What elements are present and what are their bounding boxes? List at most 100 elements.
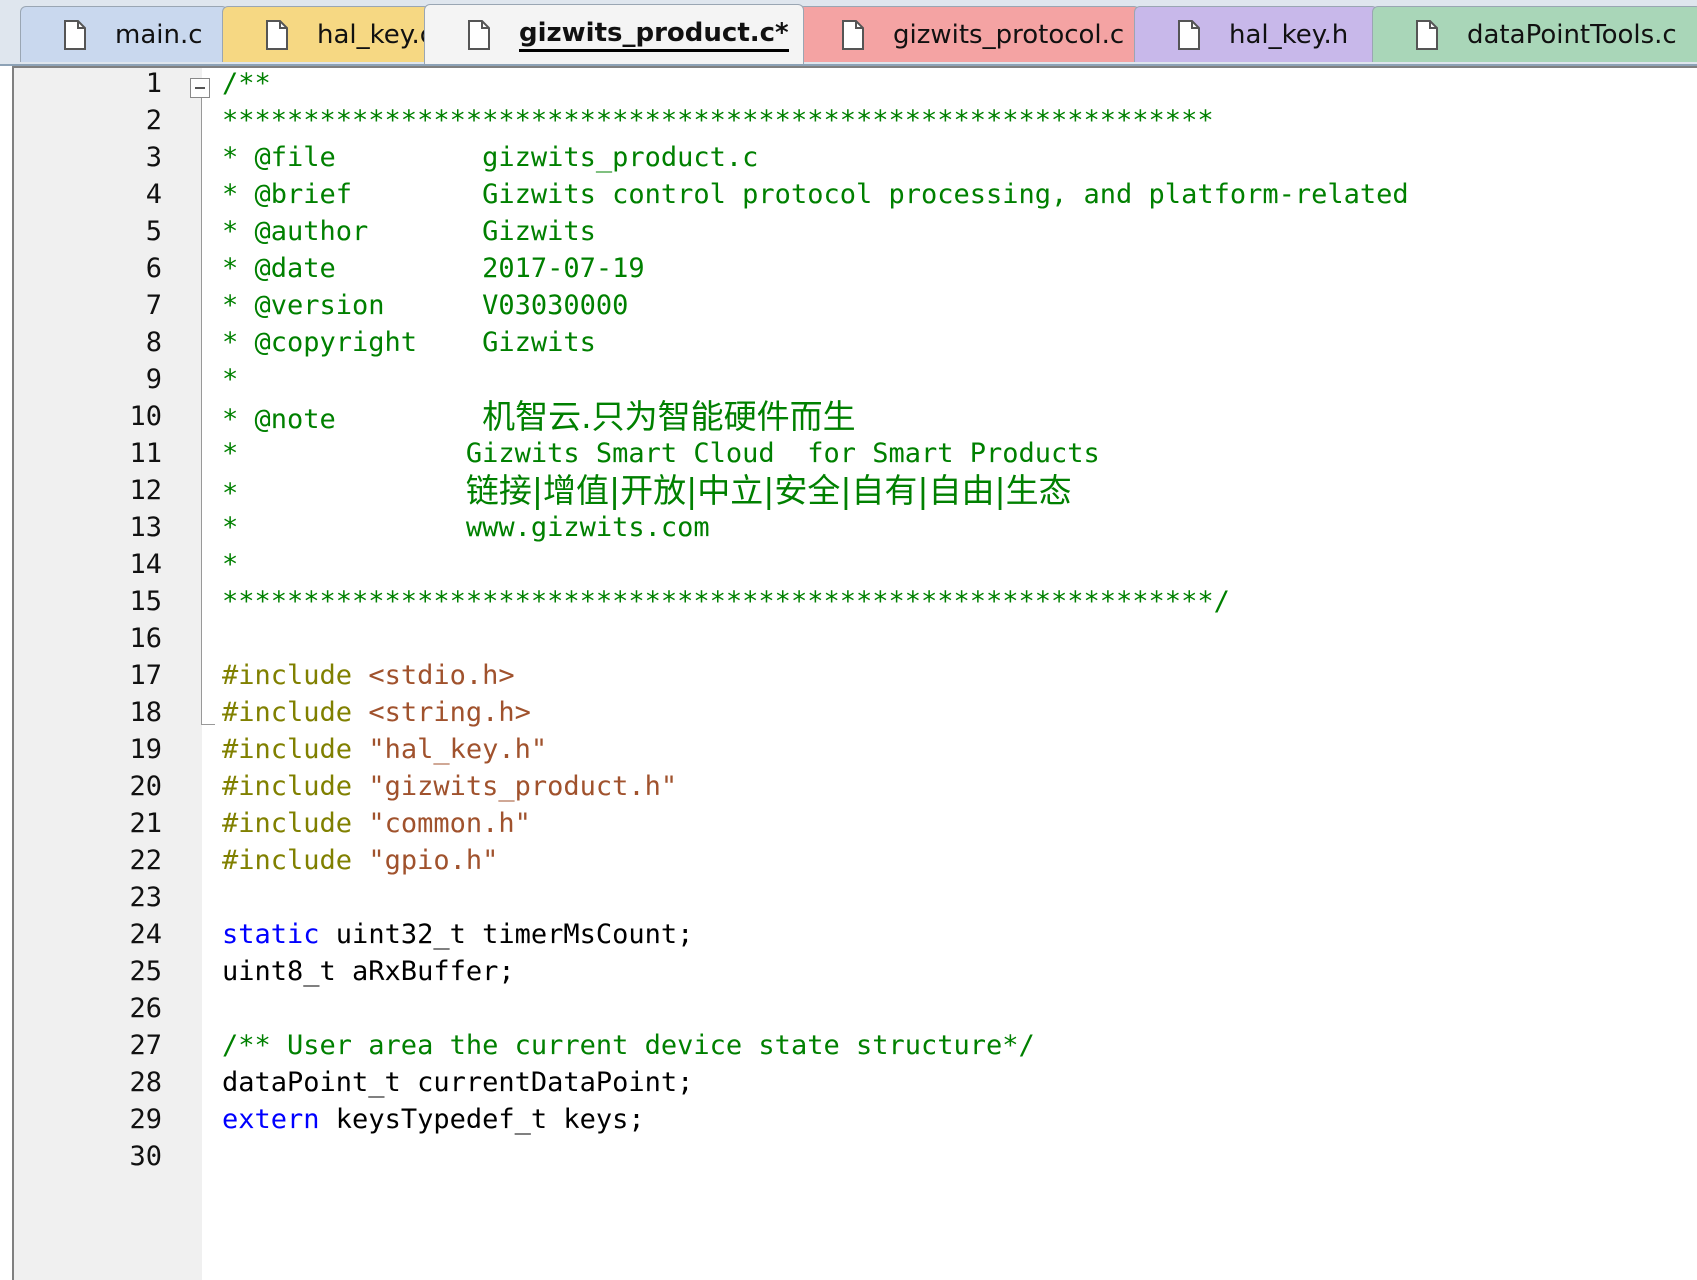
code-token-str: <string.h> bbox=[368, 697, 531, 728]
code-text: dataPoint_t currentDataPoint; bbox=[222, 1063, 693, 1103]
code-token-plain: keysTypedef_t keys; bbox=[319, 1104, 645, 1135]
code-line[interactable]: 20 #include "gizwits_product.h" bbox=[14, 767, 1697, 807]
line-number: 15 bbox=[129, 586, 162, 617]
code-line[interactable]: 18 #include <string.h> bbox=[14, 693, 1697, 733]
code-line[interactable]: 5 * @author Gizwits bbox=[14, 212, 1697, 252]
line-number: 2 bbox=[145, 105, 162, 136]
line-number: 5 bbox=[145, 216, 162, 247]
document-icon bbox=[1415, 19, 1439, 51]
code-line[interactable]: 17 #include <stdio.h> bbox=[14, 656, 1697, 696]
code-line[interactable]: 11 * Gizwits Smart Cloud for Smart Produc… bbox=[14, 434, 1697, 474]
code-token-comment: * bbox=[222, 364, 239, 395]
code-token-pre: #include bbox=[222, 660, 369, 691]
code-text: * @file gizwits_product.c bbox=[222, 138, 758, 178]
line-number: 6 bbox=[145, 253, 162, 284]
code-token-comment: * @brief Gizwits control protocol proces… bbox=[222, 179, 1409, 210]
code-text: * www.gizwits.com bbox=[222, 508, 710, 548]
tab-hal-key-c[interactable]: hal_key.c bbox=[222, 6, 434, 62]
code-editor[interactable]: 1/** 2 ***********************************… bbox=[12, 66, 1697, 1280]
code-line[interactable]: 4 * @brief Gizwits control protocol proce… bbox=[14, 175, 1697, 215]
code-line[interactable]: 30 bbox=[14, 1137, 1697, 1177]
code-text: * @brief Gizwits control protocol proces… bbox=[222, 175, 1409, 215]
code-line[interactable]: 27 /** User area the current device state… bbox=[14, 1026, 1697, 1066]
code-line[interactable]: 21 #include "common.h" bbox=[14, 804, 1697, 844]
document-icon bbox=[265, 19, 289, 51]
line-number: 4 bbox=[145, 179, 162, 210]
tab-hal-key-h[interactable]: hal_key.h bbox=[1134, 6, 1378, 62]
line-number: 18 bbox=[129, 697, 162, 728]
code-line[interactable]: 29 extern keysTypedef_t keys; bbox=[14, 1100, 1697, 1140]
code-text: ****************************************… bbox=[222, 582, 1230, 622]
line-number: 17 bbox=[129, 660, 162, 691]
code-text: * Gizwits Smart Cloud for Smart Products bbox=[222, 434, 1100, 474]
code-text: #include "hal_key.h" bbox=[222, 730, 547, 770]
code-line[interactable]: 8 * @copyright Gizwits bbox=[14, 323, 1697, 363]
line-number: 12 bbox=[129, 475, 162, 506]
code-text: * @author Gizwits bbox=[222, 212, 596, 252]
line-number: 28 bbox=[129, 1067, 162, 1098]
line-number: 27 bbox=[129, 1030, 162, 1061]
code-token-str: <stdio.h> bbox=[368, 660, 515, 691]
code-line[interactable]: 7 * @version V03030000 bbox=[14, 286, 1697, 326]
line-number: 21 bbox=[129, 808, 162, 839]
document-icon bbox=[1177, 19, 1201, 51]
code-line[interactable]: 25 uint8_t aRxBuffer; bbox=[14, 952, 1697, 992]
tab-label: gizwits_protocol.c bbox=[893, 19, 1125, 50]
tab-main-c[interactable]: main.c bbox=[20, 6, 228, 62]
line-number: 24 bbox=[129, 919, 162, 950]
code-line[interactable]: 1 /** bbox=[14, 68, 1697, 104]
tab-label: dataPointTools.c bbox=[1467, 19, 1677, 50]
line-number: 16 bbox=[129, 623, 162, 654]
document-icon bbox=[467, 19, 491, 51]
code-text: * @date 2017-07-19 bbox=[222, 249, 645, 289]
code-token-pre: #include bbox=[222, 697, 369, 728]
code-line[interactable]: 6 * @date 2017-07-19 bbox=[14, 249, 1697, 289]
line-number: 9 bbox=[145, 364, 162, 395]
code-line[interactable]: 12 * 链接|增值|开放|中立|安全|自有|自由|生态 bbox=[14, 471, 1697, 511]
code-line[interactable]: 16 bbox=[14, 619, 1697, 659]
code-token-cjk: 机智云.只为智能硬件而生 bbox=[482, 397, 856, 436]
document-icon bbox=[841, 19, 865, 51]
code-line[interactable]: 13 * www.gizwits.com bbox=[14, 508, 1697, 548]
line-number: 20 bbox=[129, 771, 162, 802]
tab-label: main.c bbox=[115, 19, 203, 50]
code-token-comment: * @date 2017-07-19 bbox=[222, 253, 645, 284]
code-text: /** User area the current device state s… bbox=[222, 1026, 1035, 1066]
code-line[interactable]: 26 bbox=[14, 989, 1697, 1029]
code-token-comment: ****************************************… bbox=[222, 586, 1230, 617]
line-number: 7 bbox=[145, 290, 162, 321]
code-line[interactable]: 10 * @note 机智云.只为智能硬件而生 bbox=[14, 397, 1697, 437]
tab-gizwits-protocol-c[interactable]: gizwits_protocol.c bbox=[798, 6, 1140, 62]
line-number: 25 bbox=[129, 956, 162, 987]
tab-label: hal_key.c bbox=[317, 19, 434, 50]
code-text: #include "gizwits_product.h" bbox=[222, 767, 677, 807]
code-line[interactable]: 23 bbox=[14, 878, 1697, 918]
code-line[interactable]: 9 * bbox=[14, 360, 1697, 400]
code-line[interactable]: 28 dataPoint_t currentDataPoint; bbox=[14, 1063, 1697, 1103]
code-line[interactable]: 24 static uint32_t timerMsCount; bbox=[14, 915, 1697, 955]
tab-gizwits-product-c[interactable]: gizwits_product.c* bbox=[424, 4, 804, 64]
code-token-str: "gpio.h" bbox=[368, 845, 499, 876]
code-token-pre: #include bbox=[222, 845, 369, 876]
line-number: 10 bbox=[129, 401, 162, 432]
code-line[interactable]: 2 ***************************************… bbox=[14, 101, 1697, 141]
code-token-pre: #include bbox=[222, 808, 369, 839]
code-token-kw: extern bbox=[222, 1104, 320, 1135]
code-line[interactable]: 22 #include "gpio.h" bbox=[14, 841, 1697, 881]
code-token-plain: uint8_t aRxBuffer; bbox=[222, 956, 515, 987]
code-line[interactable]: 14 * bbox=[14, 545, 1697, 585]
code-text: #include "gpio.h" bbox=[222, 841, 498, 881]
line-number: 13 bbox=[129, 512, 162, 543]
code-token-comment: * @note bbox=[222, 404, 483, 435]
code-line[interactable]: 15 **************************************… bbox=[14, 582, 1697, 622]
code-line[interactable]: 3 * @file gizwits_product.c bbox=[14, 138, 1697, 178]
code-line[interactable]: 19 #include "hal_key.h" bbox=[14, 730, 1697, 770]
line-number: 1 bbox=[145, 68, 162, 99]
code-text: #include "common.h" bbox=[222, 804, 531, 844]
code-token-pre: #include bbox=[222, 734, 369, 765]
tab-datapointtools-c[interactable]: dataPointTools.c bbox=[1372, 6, 1697, 62]
code-text: uint8_t aRxBuffer; bbox=[222, 952, 515, 992]
code-token-comment: * www.gizwits.com bbox=[222, 512, 710, 543]
line-number: 23 bbox=[129, 882, 162, 913]
code-text: #include <stdio.h> bbox=[222, 656, 515, 696]
